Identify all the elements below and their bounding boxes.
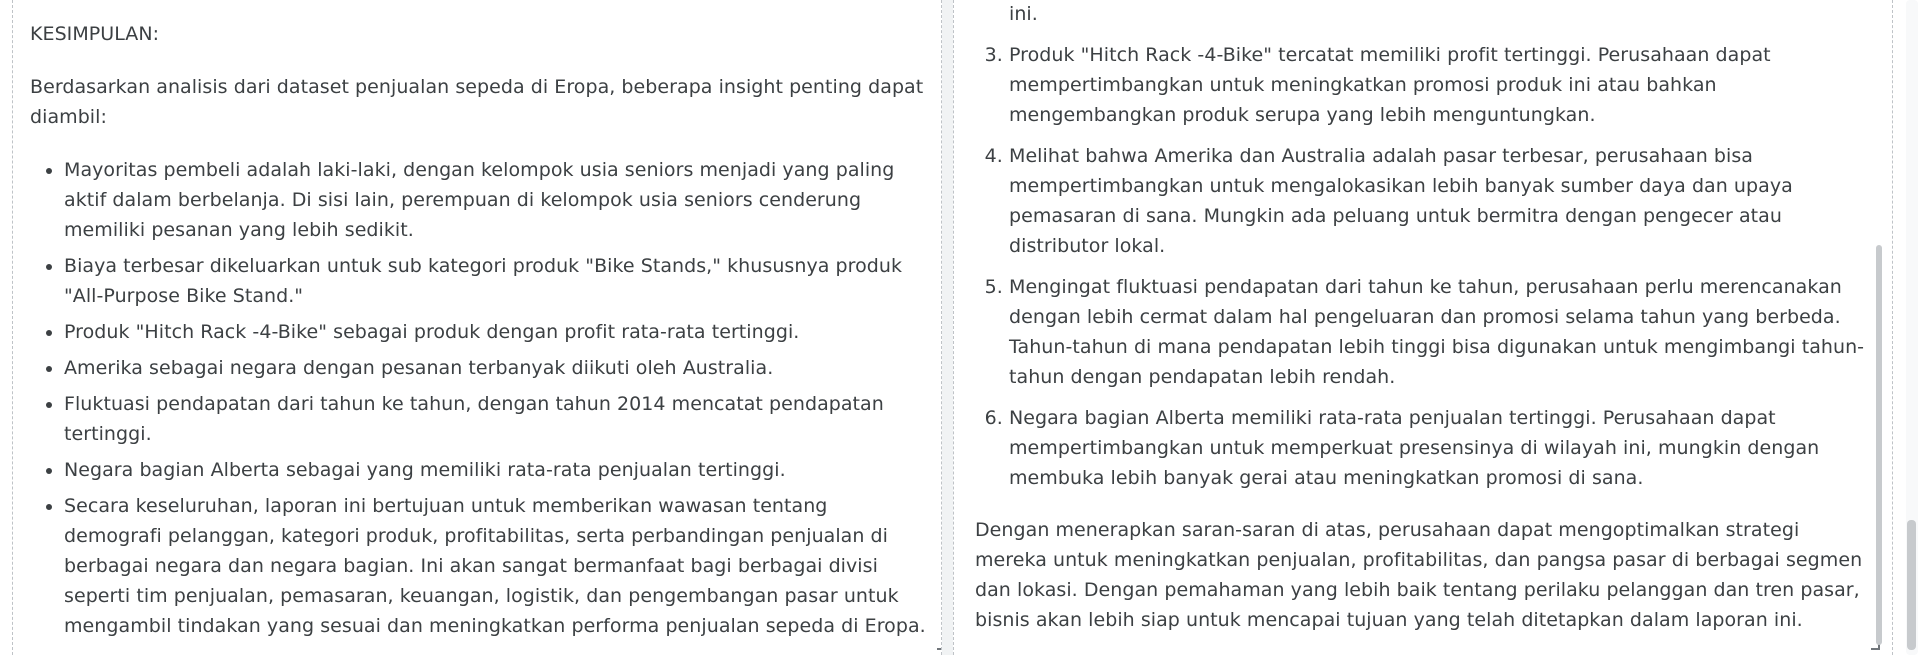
insight-item: Amerika sebagai negara dengan pesanan te… — [64, 353, 930, 383]
insight-item: Fluktuasi pendapatan dari tahun ke tahun… — [64, 389, 930, 449]
markdown-cell-left[interactable]: KESIMPULAN: Berdasarkan analisis dari da… — [12, 0, 942, 655]
markdown-cell-right-content: ini. Produk "Hitch Rack -4-Bike" tercata… — [975, 0, 1875, 635]
insight-item: Secara keseluruhan, laporan ini bertujua… — [64, 491, 930, 641]
insight-item: Mayoritas pembeli adalah laki-laki, deng… — [64, 155, 930, 245]
markdown-cell-right[interactable]: ini. Produk "Hitch Rack -4-Bike" tercata… — [953, 0, 1893, 655]
conclusion-heading: KESIMPULAN: — [30, 23, 160, 45]
recommendation-list: Produk "Hitch Rack -4-Bike" tercatat mem… — [975, 40, 1875, 493]
closing-paragraph: Dengan menerapkan saran-saran di atas, p… — [975, 519, 1863, 631]
markdown-cell-left-content: KESIMPULAN: Berdasarkan analisis dari da… — [30, 19, 930, 647]
conclusion-intro: Berdasarkan analisis dari dataset penjua… — [30, 76, 924, 128]
recommendation-item: Produk "Hitch Rack -4-Bike" tercatat mem… — [1009, 40, 1875, 130]
page-scrollbar-thumb[interactable] — [1907, 520, 1916, 650]
insight-item: Biaya terbesar dikeluarkan untuk sub kat… — [64, 251, 930, 311]
recommendation-item: Melihat bahwa Amerika dan Australia adal… — [1009, 141, 1875, 261]
panel-divider[interactable] — [942, 0, 953, 655]
insight-item: Produk "Hitch Rack -4-Bike" sebagai prod… — [64, 317, 930, 347]
cell-scrollbar-thumb[interactable] — [1876, 245, 1882, 645]
notebook-view: KESIMPULAN: Berdasarkan analisis dari da… — [0, 0, 1920, 655]
insight-item: Negara bagian Alberta sebagai yang memil… — [64, 455, 930, 485]
insight-list: Mayoritas pembeli adalah laki-laki, deng… — [30, 155, 930, 641]
previous-item-continuation: ini. — [1009, 3, 1038, 25]
recommendation-item: Negara bagian Alberta memiliki rata-rata… — [1009, 403, 1875, 493]
recommendation-item: Mengingat fluktuasi pendapatan dari tahu… — [1009, 272, 1875, 392]
